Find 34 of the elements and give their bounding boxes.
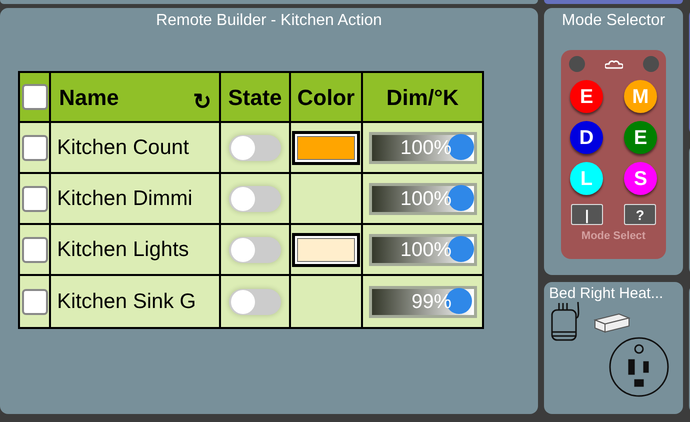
device-name: Kitchen Sink G <box>57 288 196 315</box>
row-checkbox[interactable] <box>22 288 48 314</box>
column-header[interactable]: Color <box>297 80 355 114</box>
color-swatch[interactable] <box>292 130 360 164</box>
state-toggle[interactable] <box>229 134 281 160</box>
row-checkbox[interactable] <box>22 134 48 160</box>
indicator-light <box>568 56 584 72</box>
device-name: Kitchen Lights <box>57 236 189 263</box>
row-checkbox[interactable] <box>22 186 48 212</box>
cloud-icon <box>604 59 622 69</box>
tile-title: Remote Builder - Kitchen Action <box>156 11 382 31</box>
row-checkbox[interactable] <box>22 236 48 262</box>
state-toggle[interactable] <box>229 186 281 212</box>
state-toggle[interactable] <box>229 236 281 262</box>
mode-button[interactable]: S <box>624 162 657 195</box>
small-button[interactable]: | <box>571 204 603 225</box>
state-toggle[interactable] <box>229 288 281 314</box>
mode-button[interactable]: E <box>570 80 603 113</box>
select-all-checkbox[interactable] <box>22 84 48 110</box>
column-header[interactable]: Name <box>59 80 119 114</box>
color-swatch[interactable] <box>292 232 360 266</box>
small-button[interactable]: ? <box>624 204 656 225</box>
column-header[interactable]: State <box>228 80 282 114</box>
remote-label: Mode Select <box>581 229 646 244</box>
indicator-light <box>642 56 658 72</box>
tile-title: Bed Right Heat... <box>549 284 664 304</box>
device-name: Kitchen Count <box>57 134 189 161</box>
outlet-icon <box>608 336 670 398</box>
device-name: Kitchen Dimmi <box>57 186 192 212</box>
tile-title: Mode Selector <box>562 11 666 31</box>
refresh-button[interactable]: ↻ <box>193 84 211 118</box>
mode-button[interactable]: E <box>624 121 657 154</box>
column-header[interactable]: Dim/°K <box>386 80 459 114</box>
mode-button[interactable]: D <box>570 121 603 154</box>
